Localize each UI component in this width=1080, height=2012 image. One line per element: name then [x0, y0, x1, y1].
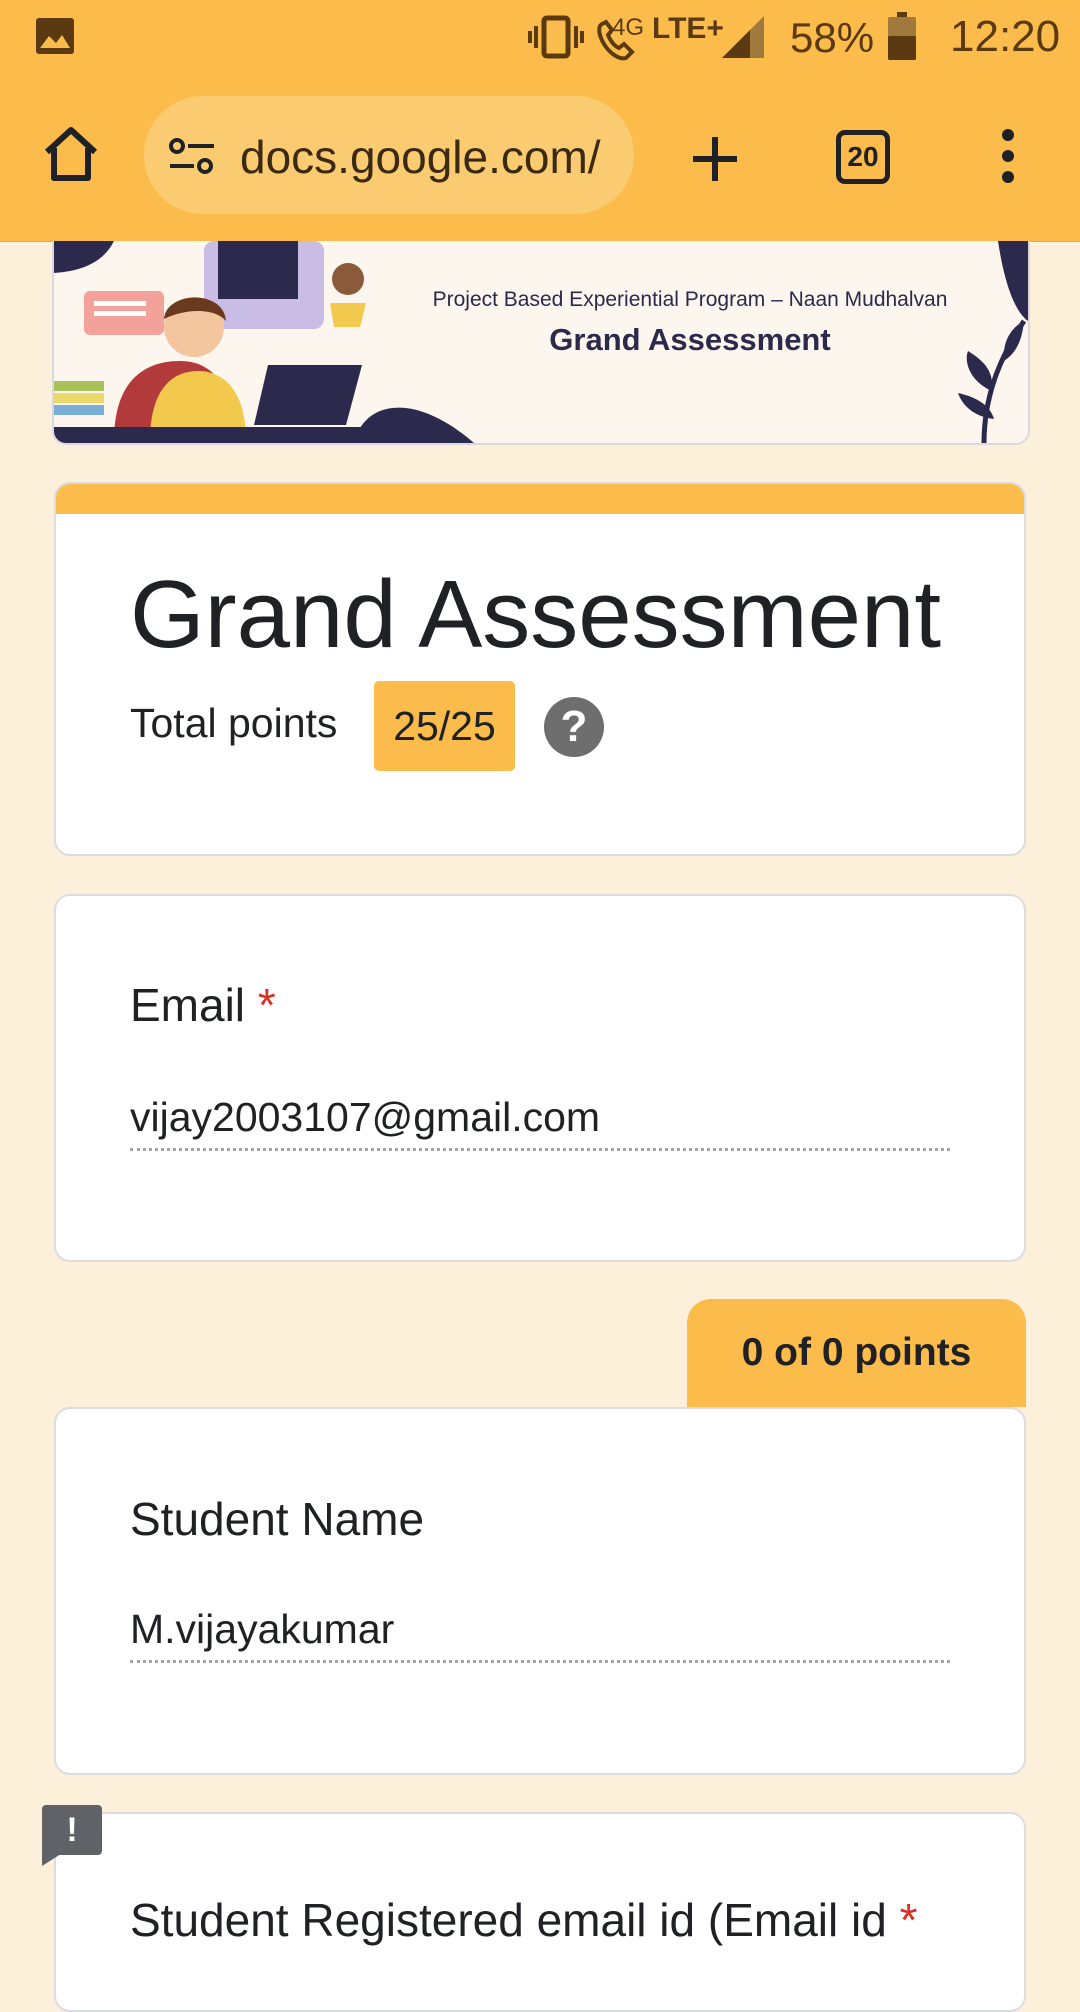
- vibrate-icon: [528, 15, 584, 59]
- email-answer: vijay2003107@gmail.com: [130, 1094, 601, 1140]
- site-settings-icon[interactable]: [168, 136, 216, 176]
- registered-email-label-text: Student Registered email id (Email id: [130, 1894, 887, 1946]
- registered-email-label: Student Registered email id (Email id *: [130, 1893, 918, 1947]
- email-question-label: Email *: [130, 978, 276, 1032]
- student-name-card: [54, 1407, 1026, 1775]
- image-icon: [36, 18, 74, 54]
- score-badge: 25/25: [374, 681, 515, 771]
- lte-label: LTE+: [652, 12, 724, 45]
- network-type-label: 4G: [612, 14, 645, 41]
- help-icon[interactable]: ?: [544, 697, 604, 757]
- email-label-text: Email: [130, 979, 246, 1031]
- new-tab-icon[interactable]: [690, 134, 740, 184]
- page-title: Grand Assessment: [130, 561, 942, 668]
- header-accent-strip: [56, 484, 1024, 514]
- tab-switcher-icon[interactable]: 20: [836, 130, 890, 184]
- tab-count: 20: [847, 141, 879, 172]
- email-answer-underline: [130, 1148, 950, 1151]
- home-icon[interactable]: [42, 126, 100, 182]
- url-text[interactable]: docs.google.com/: [240, 130, 610, 184]
- total-points-label: Total points: [130, 700, 338, 746]
- banner-subtitle: Project Based Experiential Program – Naa…: [432, 288, 948, 311]
- student-name-underline: [130, 1660, 950, 1663]
- battery-icon: [888, 12, 916, 60]
- student-name-label: Student Name: [130, 1493, 425, 1545]
- email-question-card: [54, 894, 1026, 1262]
- more-options-icon[interactable]: [996, 128, 1020, 184]
- student-name-answer: M.vijayakumar: [130, 1606, 395, 1652]
- signal-icon: [722, 16, 764, 58]
- clock: 12:20: [950, 12, 1061, 61]
- required-marker: *: [257, 979, 276, 1031]
- feedback-icon[interactable]: !: [42, 1805, 102, 1855]
- required-marker: *: [899, 1894, 918, 1946]
- section-points-tab: 0 of 0 points: [687, 1299, 1026, 1407]
- feedback-icon-tail: [42, 1852, 64, 1866]
- battery-percent: 58%: [790, 14, 875, 61]
- banner-title: Grand Assessment: [549, 322, 831, 357]
